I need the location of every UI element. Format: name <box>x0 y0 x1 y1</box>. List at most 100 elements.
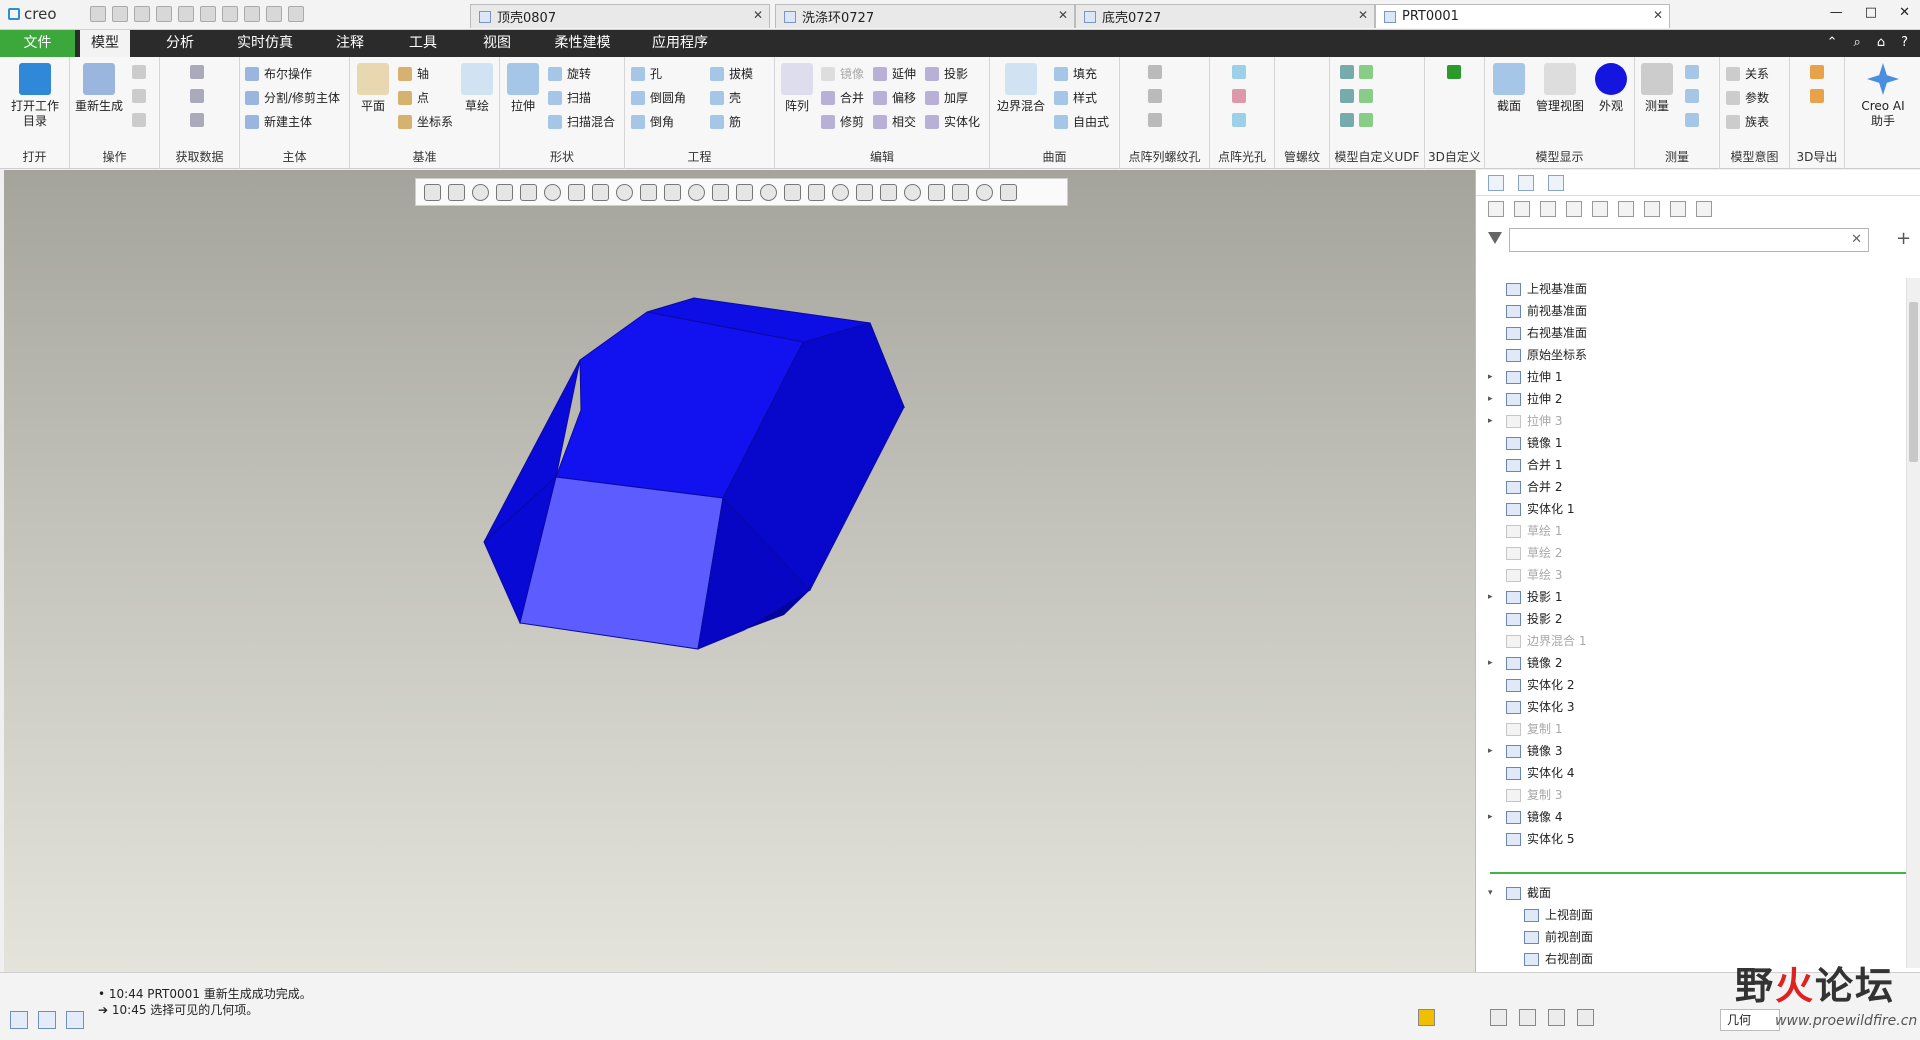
menu-simulation[interactable]: 实时仿真 <box>225 30 305 57</box>
intersect-button[interactable]: 相交 <box>873 113 916 130</box>
tree-item[interactable]: ▸ 投影 1 <box>1476 586 1906 608</box>
menu-file[interactable]: 文件 <box>0 30 75 57</box>
tree-item[interactable]: 草绘 2 <box>1476 542 1906 564</box>
fill-button[interactable]: 填充 <box>1054 65 1097 82</box>
expand-arrow-icon[interactable]: ▸ <box>1488 586 1498 608</box>
browser-toggle-icon[interactable] <box>38 1011 56 1029</box>
delete-button[interactable] <box>132 113 146 127</box>
get-data-button-1[interactable] <box>190 65 204 79</box>
close-tab-icon[interactable]: ✕ <box>1653 8 1663 22</box>
tree-item[interactable]: ▸ 拉伸 2 <box>1476 388 1906 410</box>
new-file-icon[interactable] <box>90 6 106 22</box>
shell-button[interactable]: 壳 <box>710 89 741 106</box>
trim-button[interactable]: 修剪 <box>821 113 864 130</box>
collapse-ribbon-icon[interactable]: ⌃ <box>1827 35 1838 50</box>
tree-settings-icon[interactable] <box>1488 201 1504 217</box>
tree-item[interactable]: ▸ 镜像 2 <box>1476 652 1906 674</box>
measure-button[interactable]: 测量 <box>1637 63 1677 114</box>
tree-item[interactable]: 实体化 4 <box>1476 762 1906 784</box>
tree-item-sections[interactable]: ▾ 截面 <box>1476 882 1906 904</box>
expand-arrow-icon[interactable]: ▸ <box>1488 806 1498 828</box>
new-body-button[interactable]: 新建主体 <box>245 113 312 130</box>
redo-icon[interactable] <box>200 6 216 22</box>
selection-filter-dropdown[interactable]: 几何 <box>1720 1009 1780 1031</box>
tree-item[interactable]: ▸ 镜像 4 <box>1476 806 1906 828</box>
point-button[interactable]: 点 <box>398 89 429 106</box>
tree-item[interactable]: 实体化 1 <box>1476 498 1906 520</box>
revolve-button[interactable]: 旋转 <box>548 65 591 82</box>
sketch-button[interactable]: 草绘 <box>458 63 496 114</box>
tree-item[interactable]: 复制 1 <box>1476 718 1906 740</box>
customize-icon[interactable] <box>288 6 304 22</box>
find-icon[interactable] <box>1519 1009 1536 1026</box>
tree-item[interactable]: ▸ 拉伸 1 <box>1476 366 1906 388</box>
tree-item[interactable]: ▸ 镜像 3 <box>1476 740 1906 762</box>
expand-arrow-icon[interactable]: ▸ <box>1488 652 1498 674</box>
manage-views-button[interactable]: 管理视图 <box>1533 63 1587 114</box>
boolean-button[interactable]: 布尔操作 <box>245 65 312 82</box>
help-icon[interactable]: ? <box>1901 35 1908 50</box>
clear-search-icon[interactable]: ✕ <box>1851 232 1862 247</box>
expand-arrow-icon[interactable]: ▸ <box>1488 366 1498 388</box>
custom-3d-button[interactable] <box>1447 65 1461 79</box>
get-data-button-2[interactable] <box>190 89 204 103</box>
round-button[interactable]: 倒圆角 <box>631 89 686 106</box>
merge-button[interactable]: 合并 <box>821 89 864 106</box>
expand-arrow-icon[interactable]: ▸ <box>1488 740 1498 762</box>
creo-ai-button[interactable]: Creo AI 助手 <box>1851 63 1915 129</box>
project-button[interactable]: 投影 <box>925 65 968 82</box>
menu-tools[interactable]: 工具 <box>398 30 448 57</box>
tree-item-section[interactable]: 上视剖面 <box>1476 904 1906 926</box>
home-icon[interactable]: ⌂ <box>1877 35 1885 50</box>
parameters-button[interactable]: 参数 <box>1726 89 1769 106</box>
folder-browser-tab-icon[interactable] <box>1548 174 1564 191</box>
section-button[interactable]: 截面 <box>1489 63 1529 114</box>
smart-select-icon[interactable] <box>1490 1009 1507 1026</box>
menu-analysis[interactable]: 分析 <box>155 30 205 57</box>
point-thread-button-2[interactable] <box>1148 89 1162 103</box>
export-button-1[interactable] <box>1810 65 1824 79</box>
tree-item[interactable]: 上视基准面 <box>1476 278 1906 300</box>
close-tab-icon[interactable]: ✕ <box>1358 8 1368 22</box>
measure-tool-1[interactable] <box>1685 65 1699 79</box>
navigator-toggle-icon[interactable] <box>10 1011 28 1029</box>
print-icon[interactable] <box>156 6 172 22</box>
chamfer-button[interactable]: 倒角 <box>631 113 674 130</box>
solidify-button[interactable]: 实体化 <box>925 113 980 130</box>
style-button[interactable]: 样式 <box>1054 89 1097 106</box>
get-data-button-3[interactable] <box>190 113 204 127</box>
menu-annotate[interactable]: 注释 <box>325 30 375 57</box>
tree-view-icon[interactable] <box>1696 201 1712 217</box>
tree-show-icon[interactable] <box>1566 201 1582 217</box>
csys-button[interactable]: 坐标系 <box>398 113 453 130</box>
close-tab-icon[interactable]: ✕ <box>1058 8 1068 22</box>
export-button-2[interactable] <box>1810 89 1824 103</box>
tree-item[interactable]: 实体化 3 <box>1476 696 1906 718</box>
measure-tool-3[interactable] <box>1685 113 1699 127</box>
box-select-icon[interactable] <box>1548 1009 1565 1026</box>
extrude-button[interactable]: 拉伸 <box>504 63 542 114</box>
undo-icon[interactable] <box>178 6 194 22</box>
open-file-icon[interactable] <box>112 6 128 22</box>
udf-button-1[interactable] <box>1340 65 1373 79</box>
menu-model[interactable]: 模型 <box>80 30 130 57</box>
part-model-3d[interactable] <box>4 170 1475 972</box>
minimize-button[interactable]: — <box>1830 5 1843 20</box>
tree-item[interactable]: 复制 3 <box>1476 784 1906 806</box>
copy-button[interactable] <box>132 65 146 79</box>
save-icon[interactable] <box>134 6 150 22</box>
close-tab-icon[interactable]: ✕ <box>753 8 763 22</box>
tree-item[interactable]: ▸ 拉伸 3 <box>1476 410 1906 432</box>
tree-highlight-icon[interactable] <box>1592 201 1608 217</box>
tab-顶壳0807[interactable]: 顶壳0807 ✕ <box>470 4 770 28</box>
tree-item[interactable]: 边界混合 1 <box>1476 630 1906 652</box>
family-table-button[interactable]: 族表 <box>1726 113 1769 130</box>
tree-item[interactable]: 草绘 3 <box>1476 564 1906 586</box>
expand-arrow-icon[interactable]: ▸ <box>1488 388 1498 410</box>
draft-button[interactable]: 拔模 <box>710 65 753 82</box>
sweep-button[interactable]: 扫描 <box>548 89 591 106</box>
collapse-icon[interactable]: ▾ <box>1488 882 1498 904</box>
freestyle-button[interactable]: 自由式 <box>1054 113 1109 130</box>
tree-item[interactable]: 合并 1 <box>1476 454 1906 476</box>
point-thread-button-1[interactable] <box>1148 65 1162 79</box>
